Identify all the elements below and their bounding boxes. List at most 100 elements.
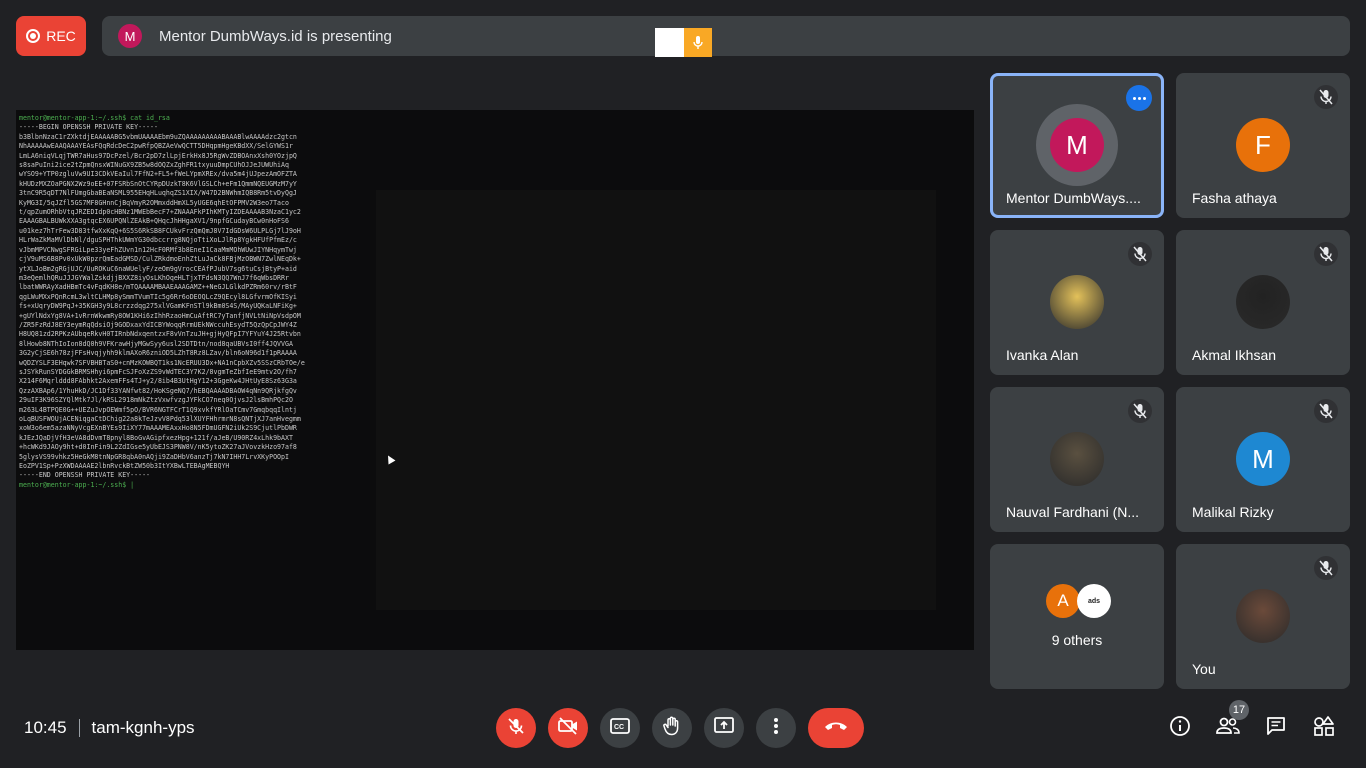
participant-tile[interactable]: Nauval Fardhani (N... [990, 387, 1164, 532]
recording-indicator[interactable]: REC [16, 16, 86, 56]
terminal-line: mentor@mentor-app-1:~/.ssh$ cat id_rsa [19, 114, 170, 122]
meeting-info: 10:45 tam-kgnh-yps [24, 718, 195, 738]
divider [78, 719, 80, 737]
activities-icon [1313, 715, 1335, 742]
meeting-details-button[interactable] [1164, 712, 1196, 744]
terminal-line: oLqBUSFWOUjACENiqgaCtDChig22a8kTeJzvV8Pd… [19, 415, 301, 423]
participant-name: You [1192, 661, 1216, 677]
participant-avatar [1236, 589, 1290, 643]
participant-avatar [1050, 275, 1104, 329]
terminal-line: KyMG3I/5qJZfl5GS7MF8GHnnCjBqVmyR2OMmxddH… [19, 198, 289, 207]
participant-tile[interactable]: Ivanka Alan [990, 230, 1164, 375]
closed-captions-icon: CC [610, 717, 630, 739]
terminal-line: xoW3o6em5azaNNyVcgEXnBYEs9IiXY77mAAAMEAx… [19, 424, 297, 433]
terminal-line: NhAAAAAwEAAQAAAYEAsFQqRdcDeC2pwRfpQBZAeV… [19, 142, 293, 151]
participant-count-badge: 17 [1229, 700, 1249, 720]
participant-avatar [1050, 432, 1104, 486]
screen-background-window [376, 190, 936, 610]
terminal-line: EAAAGBALBUWkXXA3gtqcEX6UPQNlZEAkB+QHqcJh… [19, 217, 289, 226]
raise-hand-button[interactable] [652, 708, 692, 748]
terminal-line: 29uIF3K96SZYQlMtk7Jl/kRSL2918mNkZtzVxwfv… [19, 396, 293, 405]
mic-off-icon [506, 716, 526, 741]
terminal-line: wYSO9+YTP0zgluVw9UI3CDkVEaIul7FfN2+FL5+f… [19, 170, 297, 179]
terminal-line: +gUYlNdxYg8VA+1vRrnWkwmRy8OW1KHi6zIhhRza… [19, 311, 301, 320]
others-count-label: 9 others [1051, 632, 1103, 648]
record-icon [26, 29, 41, 43]
participant-tile[interactable]: You [1176, 544, 1350, 689]
activities-button[interactable] [1308, 712, 1340, 744]
terminal-line: 8lHowb8NThIoIon8dQ0h9VFKrawHjyMGwSyy6usl… [19, 339, 293, 348]
mic-off-icon [1314, 85, 1338, 109]
participant-tile[interactable]: M Mentor DumbWays.... [990, 73, 1164, 218]
terminal-line: 3tnC9R5qDT7NlFUmgGbaBEaNSML955EHqHLuqhqZ… [19, 189, 297, 198]
mic-off-icon [1314, 399, 1338, 423]
participant-tile[interactable]: Aads 9 others [990, 544, 1164, 689]
terminal-line: HLrWaZkMaMVlDbNl/dguSPHThkUWmYG30dbccrrg… [19, 236, 297, 245]
participant-name: Malikal Rizky [1192, 504, 1274, 520]
participant-avatar: ads [1077, 584, 1111, 618]
terminal-output: mentor@mentor-app-1:~/.ssh$ cat id_rsa --… [19, 114, 359, 490]
more-vert-icon [773, 717, 779, 740]
terminal-line: cjV9uMS6B8Pv0xUkW0pzrQmEadGMSD/CulZRkdmo… [19, 255, 301, 264]
terminal-line: mentor@mentor-app-1:~/.ssh$ | [19, 480, 135, 489]
more-horiz-icon[interactable] [1126, 85, 1152, 111]
mic-toggle-button[interactable] [496, 708, 536, 748]
presenter-thumbnail [655, 28, 684, 57]
terminal-line: lbatWWRAyXadHBmTc4vFqdKH8e/mTQAAAAMBAAEA… [19, 283, 297, 292]
meeting-code: tam-kgnh-yps [91, 718, 195, 737]
terminal-line: t/qpZumORhbVtqJRZEDIdp0cHBNz1MWEbBecF7+Z… [19, 208, 301, 217]
terminal-line: vJbmMPVCNwgSFRGiLpe33yeFhZUvn1n12HcF0RMf… [19, 245, 297, 254]
terminal-line: -----END OPENSSH PRIVATE KEY----- [19, 471, 151, 480]
mic-icon [684, 28, 712, 57]
leave-call-button[interactable] [808, 708, 864, 748]
participant-name: Nauval Fardhani (N... [1006, 504, 1140, 520]
camera-off-icon [557, 716, 579, 741]
terminal-line: wQDZYSLF3EHqwk7SFVBHBTaS0+cnMzKOWBQT1ks1… [19, 358, 305, 367]
presenter-avatar: M [118, 24, 142, 48]
terminal-line: QzzAXBAp6/1YhuHkD/JC1Df33YANfwt82/HoKSge… [19, 386, 297, 395]
terminal-line: -----BEGIN OPENSSH PRIVATE KEY----- [19, 123, 158, 132]
terminal-line: H8UQ81zd2RPKzAUbqeRkvH0TIRnbNdxqentzxF8v… [19, 330, 301, 339]
more-options-button[interactable] [756, 708, 796, 748]
participant-avatar: M [1050, 118, 1104, 172]
terminal-line: sJSYkRunSYDGGkBRMSHhyi6pmFcSJFoXzZS9vWdT… [19, 367, 297, 376]
shared-screen: mentor@mentor-app-1:~/.ssh$ cat id_rsa --… [16, 110, 974, 650]
terminal-line: fs+xUqryDW9PqJ+35KGH3y9L8crzzdqg275xlVGa… [19, 302, 297, 311]
participant-name: Fasha athaya [1192, 190, 1277, 206]
terminal-line: kJEzJQaDjVfH3eVA8dDvmT8pnyl8BoGvAGipfxez… [19, 433, 293, 442]
chat-icon [1266, 716, 1286, 741]
mic-off-icon [1314, 556, 1338, 580]
people-icon [1216, 717, 1240, 740]
participant-avatar: F [1236, 118, 1290, 172]
mic-off-icon [1128, 399, 1152, 423]
terminal-line: u01kez7hTrFew3D83tfwXxKqQ+6S5S6RkSB8FCUk… [19, 226, 301, 235]
terminal-line: qgLWuMXxPQnRcmL3wltCLHMp8ySmmTVumTIc5g6R… [19, 292, 297, 301]
participant-avatar: A [1046, 584, 1080, 618]
participant-avatar [1236, 275, 1290, 329]
terminal-line: +hcWKd9JAOy9ht+d0InFin9L2ZdIGse5yUbEJS3P… [19, 443, 297, 452]
participant-name: Mentor DumbWays.... [1006, 190, 1141, 206]
hand-icon [663, 716, 681, 741]
participant-tile[interactable]: F Fasha athaya [1176, 73, 1350, 218]
participant-tile[interactable]: Akmal Ikhsan [1176, 230, 1350, 375]
participant-name: Akmal Ikhsan [1192, 347, 1277, 363]
terminal-line: b3BlbnNzaC1rZXktdjEAAAAABG5vbmUAAAAEbm9u… [19, 132, 297, 141]
terminal-line: 5glysVS99vhkz5HeGkM8tnNpGR8qbA0nAQji9ZaD… [19, 452, 289, 461]
present-screen-icon [714, 716, 734, 740]
chat-button[interactable] [1260, 712, 1292, 744]
mic-off-icon [1128, 242, 1152, 266]
camera-toggle-button[interactable] [548, 708, 588, 748]
terminal-line: s8saPuIni2ice2tZpmQnsxWINuGX9ZB5w8dOQZxZ… [19, 161, 289, 170]
hang-up-icon [823, 719, 849, 737]
info-icon [1169, 715, 1191, 742]
captions-button[interactable]: CC [600, 708, 640, 748]
clock-time: 10:45 [24, 718, 67, 737]
terminal-line: m263L4BTPQE0G++UEZuJvpOEWmf5pO/BVR6NGTFC… [19, 405, 297, 414]
mic-off-icon [1314, 242, 1338, 266]
participant-tile[interactable]: M Malikal Rizky [1176, 387, 1350, 532]
presentation-banner-text: Mentor DumbWays.id is presenting [159, 27, 392, 45]
present-screen-button[interactable] [704, 708, 744, 748]
presenter-mini-tile[interactable] [655, 28, 712, 57]
terminal-line: X214F6Mqrlddd8FAbhkt2AxemFFs4TJ+y2/8ib4B… [19, 377, 297, 386]
presentation-banner: M Mentor DumbWays.id is presenting [102, 16, 1350, 56]
